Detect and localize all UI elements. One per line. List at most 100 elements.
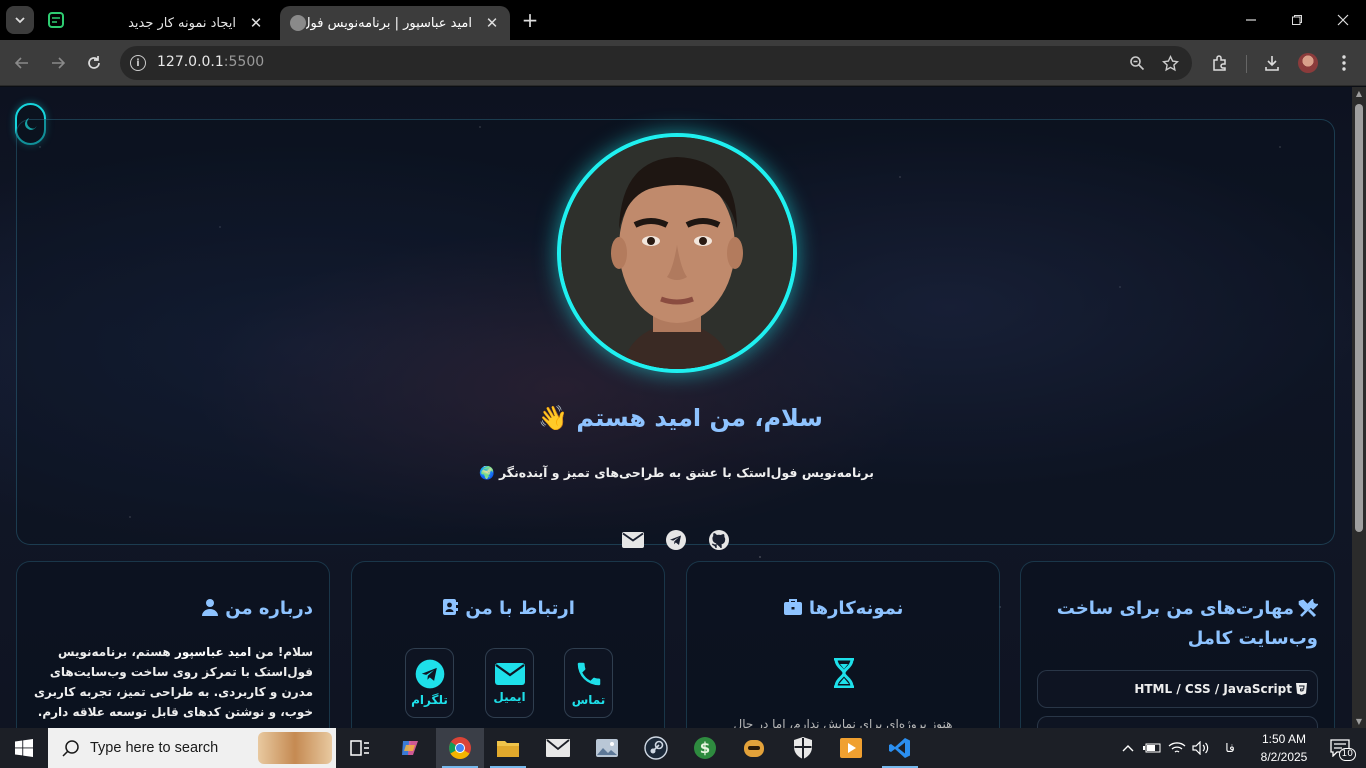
email-button[interactable]: ایمیل bbox=[485, 648, 534, 718]
telegram-label: تلگرام bbox=[411, 693, 448, 707]
telegram-icon bbox=[415, 659, 444, 689]
about-title-text: درباره من bbox=[225, 598, 313, 619]
taskbar-copilot[interactable] bbox=[386, 728, 434, 768]
hero-card: سلام، من امید هستم 👋 برنامه‌نویس فول‌است… bbox=[16, 119, 1336, 550]
search-highlight-illustration bbox=[258, 732, 332, 764]
call-label: تماس bbox=[571, 693, 606, 707]
hero-subtitle: برنامه‌نویس فول‌استک با عشق به طراحی‌های… bbox=[17, 465, 1336, 481]
contact-card: ارتباط با من تماس ایمیل تلگرام bbox=[351, 561, 665, 728]
telegram-icon bbox=[666, 530, 686, 550]
address-bar[interactable]: i 127.0.0.1:5500 bbox=[120, 46, 1192, 80]
downloads-icon[interactable] bbox=[1260, 51, 1284, 75]
restore-button[interactable] bbox=[1274, 0, 1320, 40]
vscode-icon bbox=[889, 738, 910, 758]
browser-tabbar: ایجاد نمونه کار جدید ✕ امید عباسپور | بر… bbox=[0, 0, 1366, 40]
tab-title: ایجاد نمونه کار جدید bbox=[128, 15, 236, 31]
briefcase-icon bbox=[783, 599, 802, 615]
input-language[interactable]: فا bbox=[1216, 728, 1244, 768]
url-text[interactable]: 127.0.0.1:5500 bbox=[157, 54, 264, 70]
envelope-icon bbox=[494, 663, 525, 685]
taskbar-money-app[interactable]: $ bbox=[681, 728, 729, 768]
email-label: ایمیل bbox=[493, 690, 526, 704]
start-button[interactable] bbox=[0, 728, 48, 768]
portfolio-title: نمونه‌کارها bbox=[687, 598, 999, 619]
address-book-icon bbox=[443, 599, 459, 615]
taskbar-steam[interactable] bbox=[632, 728, 680, 768]
media-player-icon bbox=[840, 738, 862, 758]
tab-group-icon[interactable] bbox=[46, 10, 66, 30]
task-view-button[interactable] bbox=[336, 728, 384, 768]
tab-omid-abbaspour[interactable]: امید عباسپور | برنامه‌نویس فول‌اس... ✕ bbox=[280, 6, 510, 40]
github-icon bbox=[709, 530, 729, 550]
contact-title: ارتباط با من bbox=[352, 598, 664, 619]
chevron-down-icon bbox=[15, 17, 25, 24]
skills-card: مهارت‌های من برای ساخت وب‌سایت کامل HTML… bbox=[1020, 561, 1335, 728]
extensions-icon[interactable] bbox=[1208, 51, 1232, 75]
call-button[interactable]: تماس bbox=[564, 648, 613, 718]
chrome-icon bbox=[449, 737, 471, 759]
search-icon bbox=[62, 740, 79, 757]
clock-date: 8/2/2025 bbox=[1260, 750, 1308, 764]
taskbar-security[interactable] bbox=[779, 728, 827, 768]
taskbar-media-player[interactable] bbox=[827, 728, 875, 768]
envelope-icon bbox=[622, 532, 644, 548]
portfolio-empty-text: هنوز پروژه‌ای برای نمایش ندارم، اما در ح… bbox=[733, 717, 953, 728]
taskbar-vscode[interactable] bbox=[876, 728, 924, 768]
new-tab-button[interactable]: + bbox=[518, 8, 542, 32]
tab-title: امید عباسپور | برنامه‌نویس فول‌اس... bbox=[306, 15, 472, 31]
wave-emoji: 👋 bbox=[538, 404, 569, 432]
taskbar-search[interactable]: Type here to search bbox=[48, 728, 336, 768]
taskbar-file-explorer[interactable] bbox=[484, 728, 532, 768]
steam-icon bbox=[644, 736, 668, 760]
windows-logo-icon bbox=[15, 739, 33, 757]
about-title: درباره من bbox=[33, 598, 313, 619]
reload-button[interactable] bbox=[80, 49, 108, 77]
close-window-button[interactable] bbox=[1320, 0, 1366, 40]
bookmark-star-icon[interactable] bbox=[1160, 53, 1180, 73]
wifi-icon[interactable] bbox=[1166, 728, 1188, 768]
browser-toolbar: i 127.0.0.1:5500 bbox=[0, 40, 1366, 86]
github-link[interactable] bbox=[707, 528, 731, 552]
forward-button[interactable] bbox=[44, 49, 72, 77]
scroll-up-arrow[interactable]: ▲ bbox=[1355, 89, 1363, 98]
clock-time: 1:50 AM bbox=[1261, 732, 1307, 746]
volume-icon[interactable] bbox=[1190, 728, 1212, 768]
close-icon[interactable]: ✕ bbox=[246, 13, 266, 33]
back-button[interactable] bbox=[8, 49, 36, 77]
taskbar-game[interactable] bbox=[730, 728, 778, 768]
scrollbar-thumb[interactable] bbox=[1355, 104, 1363, 532]
taskbar-mail[interactable] bbox=[534, 728, 582, 768]
skills-title: مهارت‌های من برای ساخت وب‌سایت کامل bbox=[1037, 594, 1318, 654]
search-placeholder: Type here to search bbox=[90, 740, 219, 756]
telegram-button[interactable]: تلگرام bbox=[405, 648, 454, 718]
menu-kebab-icon[interactable] bbox=[1332, 51, 1356, 75]
contact-title-text: ارتباط با من bbox=[465, 598, 575, 619]
page-scrollbar[interactable]: ▲ ▼ bbox=[1352, 87, 1366, 728]
email-link[interactable] bbox=[621, 528, 645, 552]
taskbar-photos[interactable] bbox=[583, 728, 631, 768]
profile-avatar[interactable] bbox=[1298, 53, 1318, 73]
system-clock[interactable]: 1:50 AM 8/2/2025 bbox=[1248, 730, 1320, 766]
notification-count: 10 bbox=[1338, 748, 1356, 761]
zoom-icon[interactable] bbox=[1127, 53, 1147, 73]
task-view-icon bbox=[350, 740, 369, 756]
close-icon[interactable]: ✕ bbox=[482, 13, 502, 33]
site-info-icon[interactable]: i bbox=[130, 55, 146, 71]
social-links bbox=[621, 528, 731, 552]
minimize-button[interactable] bbox=[1228, 0, 1274, 40]
dollar-globe-icon: $ bbox=[694, 737, 716, 759]
phone-icon bbox=[577, 662, 600, 686]
about-card: درباره من سلام! من امید عباسپور هستم، بر… bbox=[16, 561, 330, 728]
reload-icon bbox=[88, 56, 100, 69]
telegram-link[interactable] bbox=[664, 528, 688, 552]
battery-icon[interactable] bbox=[1142, 728, 1162, 768]
skill-item-partial bbox=[1037, 716, 1318, 728]
notification-center-button[interactable]: 10 bbox=[1320, 728, 1360, 768]
photos-icon bbox=[596, 739, 618, 757]
scroll-down-arrow[interactable]: ▼ bbox=[1355, 717, 1363, 726]
taskbar-chrome[interactable] bbox=[436, 728, 484, 768]
copilot-icon bbox=[402, 741, 418, 755]
tab-search-button[interactable] bbox=[6, 6, 34, 34]
show-hidden-icons-button[interactable] bbox=[1118, 728, 1138, 768]
tab-new-portfolio[interactable]: ایجاد نمونه کار جدید ✕ bbox=[76, 6, 274, 40]
